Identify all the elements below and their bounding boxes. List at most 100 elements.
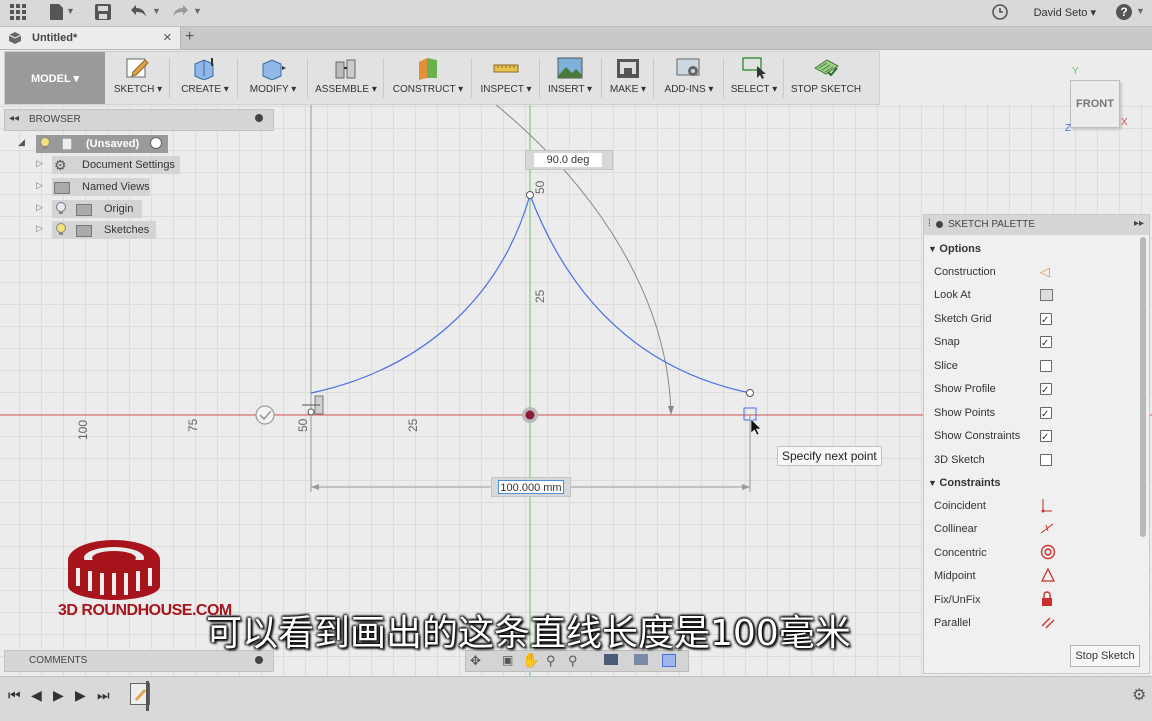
folder-icon: [76, 225, 92, 237]
constraint-coincident[interactable]: Coincident: [934, 496, 1074, 516]
option-show-profile[interactable]: Show Profile: [934, 379, 1074, 401]
expand-palette-icon[interactable]: ▸▸: [1134, 218, 1144, 229]
browser-options-icon[interactable]: [255, 114, 263, 122]
create-tool-label: CREATE ▾: [181, 84, 229, 95]
stop-sketch-button[interactable]: Stop Sketch: [1070, 645, 1140, 667]
constraint-midpoint[interactable]: Midpoint: [934, 566, 1074, 586]
redo-caret-icon[interactable]: ▼: [193, 6, 202, 16]
step-forward-icon[interactable]: ▶: [75, 687, 86, 704]
length-input[interactable]: 100.000 mm: [498, 480, 564, 494]
option-3d-sketch[interactable]: 3D Sketch: [934, 450, 1074, 470]
add-ins-tool[interactable]: ADD-INS ▾: [657, 56, 721, 102]
option-construction[interactable]: Construction ◁: [934, 262, 1074, 282]
toolbar-divider: [383, 58, 384, 98]
undo-icon[interactable]: [131, 4, 147, 23]
palette-options-icon[interactable]: [936, 221, 943, 228]
angle-input[interactable]: 90.0 deg: [534, 153, 602, 167]
job-status-icon[interactable]: [992, 4, 1008, 25]
midpoint-icon[interactable]: [1040, 566, 1056, 591]
constraint-concentric[interactable]: Concentric: [934, 543, 1074, 563]
option-slice[interactable]: Slice: [934, 356, 1074, 376]
snap-checkbox[interactable]: [1040, 334, 1052, 354]
expand-arrow-icon[interactable]: ▷: [36, 202, 43, 213]
file-menu-caret-icon[interactable]: ▼: [66, 6, 75, 16]
concentric-icon[interactable]: [1040, 543, 1056, 568]
constraint-fix-unfix[interactable]: Fix/UnFix: [934, 590, 1074, 610]
visibility-bulb-off-icon[interactable]: [56, 202, 66, 218]
palette-grip-icon[interactable]: ⁞: [928, 218, 931, 229]
look-at-icon[interactable]: [1040, 289, 1053, 301]
document-tab[interactable]: Untitled* ×: [0, 27, 181, 49]
browser-item-origin[interactable]: ▷ Origin: [36, 200, 186, 218]
browser-header[interactable]: ◂◂ BROWSER: [4, 109, 274, 131]
browser-item-document-settings[interactable]: ▷ ⚙ Document Settings: [36, 156, 186, 174]
expand-arrow-icon[interactable]: ▷: [36, 223, 43, 234]
comments-options-icon[interactable]: [255, 656, 263, 664]
coincident-icon[interactable]: [1040, 496, 1054, 521]
step-back-icon[interactable]: ◀: [31, 687, 42, 704]
go-to-end-icon[interactable]: ⏭: [97, 687, 110, 704]
slice-checkbox[interactable]: [1040, 360, 1052, 372]
option-snap[interactable]: Snap: [934, 332, 1074, 354]
toolbar-divider: [237, 58, 238, 98]
insert-tool[interactable]: INSERT ▾: [541, 56, 599, 102]
app-grid-icon[interactable]: [10, 4, 26, 25]
collinear-icon[interactable]: [1040, 519, 1054, 544]
go-to-start-icon[interactable]: ⏮: [8, 687, 21, 704]
viewcube[interactable]: FRONT: [1070, 80, 1120, 128]
option-show-constraints[interactable]: Show Constraints: [934, 426, 1074, 448]
expand-arrow-icon[interactable]: ◢: [18, 137, 25, 148]
stop-sketch-tool[interactable]: STOP SKETCH: [787, 56, 865, 102]
construct-tool[interactable]: CONSTRUCT ▾: [389, 56, 467, 102]
undo-caret-icon[interactable]: ▼: [152, 6, 161, 16]
workspace-switcher[interactable]: MODEL ▾: [5, 52, 105, 104]
browser-item-sketches[interactable]: ▷ Sketches: [36, 221, 186, 239]
save-icon[interactable]: [95, 4, 111, 25]
parallel-icon[interactable]: [1040, 613, 1056, 638]
help-icon[interactable]: ?: [1116, 4, 1132, 20]
visibility-bulb-icon[interactable]: [40, 137, 50, 153]
visibility-bulb-icon[interactable]: [56, 223, 66, 239]
assemble-tool[interactable]: ASSEMBLE ▾: [313, 56, 379, 102]
redo-icon[interactable]: [172, 4, 188, 23]
close-tab-icon[interactable]: ×: [163, 29, 172, 46]
constraints-section-header[interactable]: ▼ Constraints: [928, 477, 1001, 489]
constraint-collinear[interactable]: Collinear: [934, 519, 1074, 539]
3d-sketch-checkbox[interactable]: [1040, 454, 1052, 466]
select-tool-label: SELECT ▾: [730, 84, 778, 95]
show-constraints-checkbox[interactable]: [1040, 428, 1052, 448]
new-tab-icon[interactable]: +: [185, 28, 194, 46]
sketch-tool[interactable]: SKETCH ▾: [109, 56, 167, 102]
play-icon[interactable]: ▶: [53, 687, 64, 704]
option-look-at[interactable]: Look At: [934, 285, 1074, 305]
construction-icon[interactable]: ◁: [1040, 262, 1050, 282]
create-tool[interactable]: CREATE ▾: [175, 56, 235, 102]
activate-radio-icon[interactable]: [150, 137, 162, 149]
modify-tool[interactable]: MODIFY ▾: [243, 56, 303, 102]
lock-icon[interactable]: [1040, 590, 1054, 615]
file-icon[interactable]: [50, 4, 63, 25]
show-points-checkbox[interactable]: [1040, 405, 1052, 425]
sketch-grid-checkbox[interactable]: [1040, 311, 1052, 331]
constraint-parallel[interactable]: Parallel: [934, 613, 1074, 633]
confirm-check-button[interactable]: [256, 406, 274, 424]
timeline-marker[interactable]: [146, 681, 149, 711]
collapse-browser-icon[interactable]: ◂◂: [9, 113, 19, 124]
help-caret-icon[interactable]: ▼: [1136, 6, 1145, 16]
select-tool[interactable]: SELECT ▾: [727, 56, 781, 102]
option-show-points[interactable]: Show Points: [934, 403, 1074, 425]
timeline-settings-gear-icon[interactable]: ⚙: [1132, 685, 1146, 705]
expand-arrow-icon[interactable]: ▷: [36, 180, 43, 191]
sketch-palette-header[interactable]: ⁞ SKETCH PALETTE ▸▸: [924, 215, 1149, 235]
expand-arrow-icon[interactable]: ▷: [36, 158, 43, 169]
browser-root-node[interactable]: ◢ (Unsaved): [18, 135, 178, 153]
options-section-header[interactable]: ▼ Options: [928, 243, 981, 255]
show-profile-checkbox[interactable]: [1040, 381, 1052, 401]
make-tool[interactable]: MAKE ▾: [605, 56, 651, 102]
ruler-label-75: 75: [186, 418, 200, 432]
browser-item-named-views[interactable]: ▷ Named Views: [36, 178, 186, 196]
option-sketch-grid[interactable]: Sketch Grid: [934, 309, 1074, 331]
inspect-tool[interactable]: INSPECT ▾: [475, 56, 537, 102]
palette-scrollbar[interactable]: [1140, 237, 1146, 537]
user-menu[interactable]: David Seto ▾: [1034, 6, 1096, 19]
